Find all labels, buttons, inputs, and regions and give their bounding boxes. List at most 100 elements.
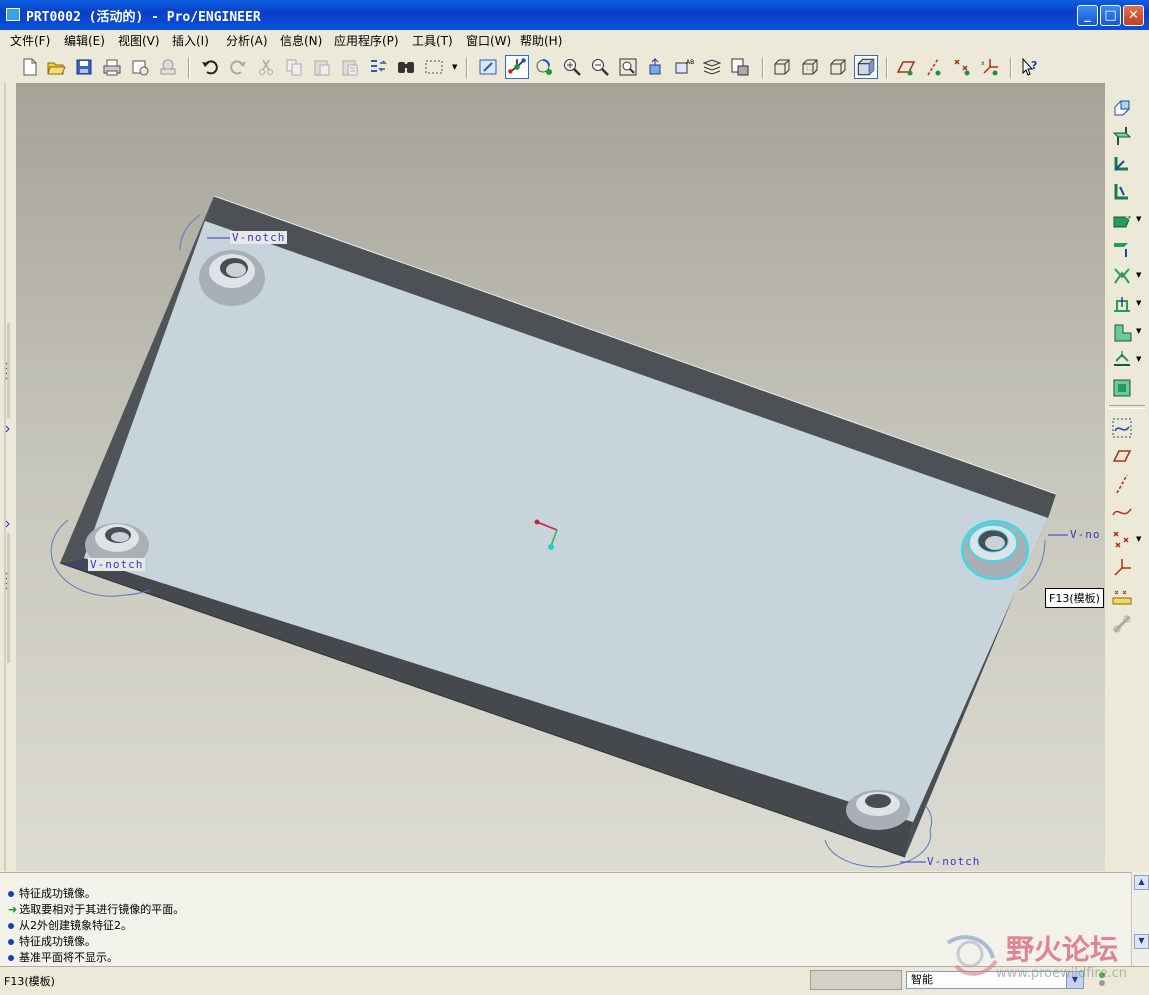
svg-text:AB: AB bbox=[686, 59, 694, 66]
info-bullet-icon bbox=[8, 891, 14, 897]
datum-curve-tool-icon[interactable] bbox=[1111, 501, 1133, 523]
left-navigator-tray[interactable] bbox=[0, 83, 17, 871]
select-box-icon[interactable] bbox=[424, 57, 444, 77]
hole-tool-icon[interactable] bbox=[1111, 97, 1133, 119]
wireframe-icon[interactable] bbox=[772, 57, 792, 77]
paste-icon[interactable] bbox=[312, 57, 332, 77]
extrude-tool-icon[interactable] bbox=[1111, 293, 1133, 315]
email-icon[interactable] bbox=[130, 57, 150, 77]
graphics-window[interactable]: V-notch V-notch V-no V-notch bbox=[16, 83, 1105, 871]
sweep-dropdown-icon[interactable]: ▼ bbox=[1136, 356, 1142, 363]
orient-mode-icon[interactable] bbox=[534, 57, 554, 77]
new-file-icon[interactable] bbox=[20, 57, 40, 77]
message-text: 从2外创建镜象特征2。 bbox=[19, 919, 132, 932]
cut-icon[interactable] bbox=[256, 57, 276, 77]
boss-right-selected[interactable] bbox=[961, 520, 1029, 580]
menu-file[interactable]: 文件(F) bbox=[10, 32, 50, 49]
zoom-in-icon[interactable] bbox=[562, 57, 582, 77]
reorient-icon[interactable] bbox=[646, 57, 666, 77]
annotation-vnotch[interactable]: V-no bbox=[1070, 528, 1101, 541]
find-icon[interactable] bbox=[396, 57, 416, 77]
app-icon bbox=[6, 8, 20, 21]
shading-icon[interactable] bbox=[854, 55, 878, 79]
close-button[interactable]: ✕ bbox=[1123, 5, 1144, 26]
regenerate-icon[interactable] bbox=[368, 57, 388, 77]
menu-view[interactable]: 视图(V) bbox=[118, 32, 160, 49]
mirror-tool-icon[interactable] bbox=[1111, 265, 1133, 287]
chamfer-tool-icon[interactable] bbox=[1111, 237, 1133, 259]
menu-help[interactable]: 帮助(H) bbox=[520, 32, 562, 49]
scroll-up-icon[interactable]: ▲ bbox=[1134, 875, 1149, 890]
part-model[interactable] bbox=[16, 83, 1105, 871]
mirror-dropdown-icon[interactable]: ▼ bbox=[1136, 272, 1142, 279]
print-icon[interactable] bbox=[102, 57, 122, 77]
refit-icon[interactable] bbox=[618, 57, 638, 77]
repaint-icon[interactable] bbox=[478, 57, 498, 77]
toolbar-separator bbox=[1010, 57, 1012, 79]
status-field bbox=[810, 970, 902, 990]
feature-tooltip: F13(模板) bbox=[1045, 588, 1104, 608]
minimize-button[interactable]: _ bbox=[1077, 5, 1098, 26]
layers-icon[interactable] bbox=[702, 57, 722, 77]
info-bullet-icon bbox=[8, 955, 14, 961]
datum-planes-icon[interactable] bbox=[896, 57, 916, 77]
datum-point-dropdown-icon[interactable]: ▼ bbox=[1136, 536, 1142, 543]
no-hidden-icon[interactable] bbox=[828, 57, 848, 77]
menu-applications[interactable]: 应用程序(P) bbox=[334, 32, 399, 49]
maximize-button[interactable]: □ bbox=[1100, 5, 1121, 26]
menu-tools[interactable]: 工具(T) bbox=[412, 32, 453, 49]
menu-info[interactable]: 信息(N) bbox=[280, 32, 322, 49]
coord-sys-icon[interactable]: x bbox=[980, 57, 1000, 77]
round-tool-icon[interactable] bbox=[1111, 209, 1133, 231]
round-dropdown-icon[interactable]: ▼ bbox=[1136, 216, 1142, 223]
draft-tool-icon[interactable] bbox=[1111, 181, 1133, 203]
navigator-handle-icon[interactable] bbox=[0, 83, 16, 871]
saved-views-icon[interactable]: AB bbox=[674, 57, 694, 77]
coord-sys-tool-icon[interactable] bbox=[1111, 557, 1133, 579]
sketch-tool-icon[interactable] bbox=[1111, 417, 1133, 439]
menu-window[interactable]: 窗口(W) bbox=[466, 32, 511, 49]
info-bullet-icon bbox=[8, 923, 14, 929]
sweep-tool-icon[interactable] bbox=[1111, 349, 1133, 371]
menu-analysis[interactable]: 分析(A) bbox=[226, 32, 268, 49]
merge-tool-icon[interactable] bbox=[1111, 613, 1133, 635]
message-line: ➜ 选取要相对于其进行镜像的平面。 bbox=[8, 901, 184, 917]
revolve-tool-icon[interactable] bbox=[1111, 321, 1133, 343]
paste-special-icon[interactable] bbox=[340, 57, 360, 77]
datum-axes-icon[interactable] bbox=[924, 57, 944, 77]
undo-icon[interactable] bbox=[200, 57, 220, 77]
annotation-vnotch[interactable]: V-notch bbox=[230, 231, 288, 244]
annotation-vnotch[interactable]: V-notch bbox=[927, 855, 980, 868]
extrude-dropdown-icon[interactable]: ▼ bbox=[1136, 300, 1142, 307]
analysis-feature-icon[interactable] bbox=[1111, 585, 1133, 607]
datum-point-tool-icon[interactable] bbox=[1111, 529, 1133, 551]
message-text: 特征成功镜像。 bbox=[19, 887, 96, 900]
view-manager-icon[interactable] bbox=[730, 57, 750, 77]
redo-icon[interactable] bbox=[228, 57, 248, 77]
menu-insert[interactable]: 插入(I) bbox=[172, 32, 209, 49]
spin-center-icon[interactable] bbox=[505, 55, 529, 79]
open-file-icon[interactable] bbox=[46, 57, 66, 77]
revolve-dropdown-icon[interactable]: ▼ bbox=[1136, 328, 1142, 335]
prompt-arrow-icon: ➜ bbox=[8, 903, 18, 916]
annotation-vnotch[interactable]: V-notch bbox=[88, 558, 146, 571]
datum-points-icon[interactable] bbox=[952, 57, 972, 77]
watermark-url: www.proewildfire.cn bbox=[996, 966, 1127, 981]
datum-axis-tool-icon[interactable] bbox=[1111, 473, 1133, 495]
pattern-tool-icon[interactable] bbox=[1111, 377, 1133, 399]
select-dropdown-icon[interactable]: ▼ bbox=[452, 64, 458, 71]
main-toolbar: ▼ AB x ? bbox=[0, 51, 1149, 84]
copy-icon[interactable] bbox=[284, 57, 304, 77]
send-icon[interactable] bbox=[158, 57, 178, 77]
boss-bottom-right bbox=[846, 790, 910, 830]
toolbar-separator bbox=[762, 57, 764, 79]
menu-edit[interactable]: 编辑(E) bbox=[64, 32, 105, 49]
zoom-out-icon[interactable] bbox=[590, 57, 610, 77]
hidden-line-icon[interactable] bbox=[800, 57, 820, 77]
datum-plane-tool-icon[interactable] bbox=[1111, 445, 1133, 467]
save-icon[interactable] bbox=[74, 57, 94, 77]
context-help-icon[interactable]: ? bbox=[1020, 57, 1040, 77]
message-text: 基准平面将不显示。 bbox=[19, 951, 118, 964]
shell-tool-icon[interactable] bbox=[1111, 125, 1133, 147]
rib-tool-icon[interactable] bbox=[1111, 153, 1133, 175]
